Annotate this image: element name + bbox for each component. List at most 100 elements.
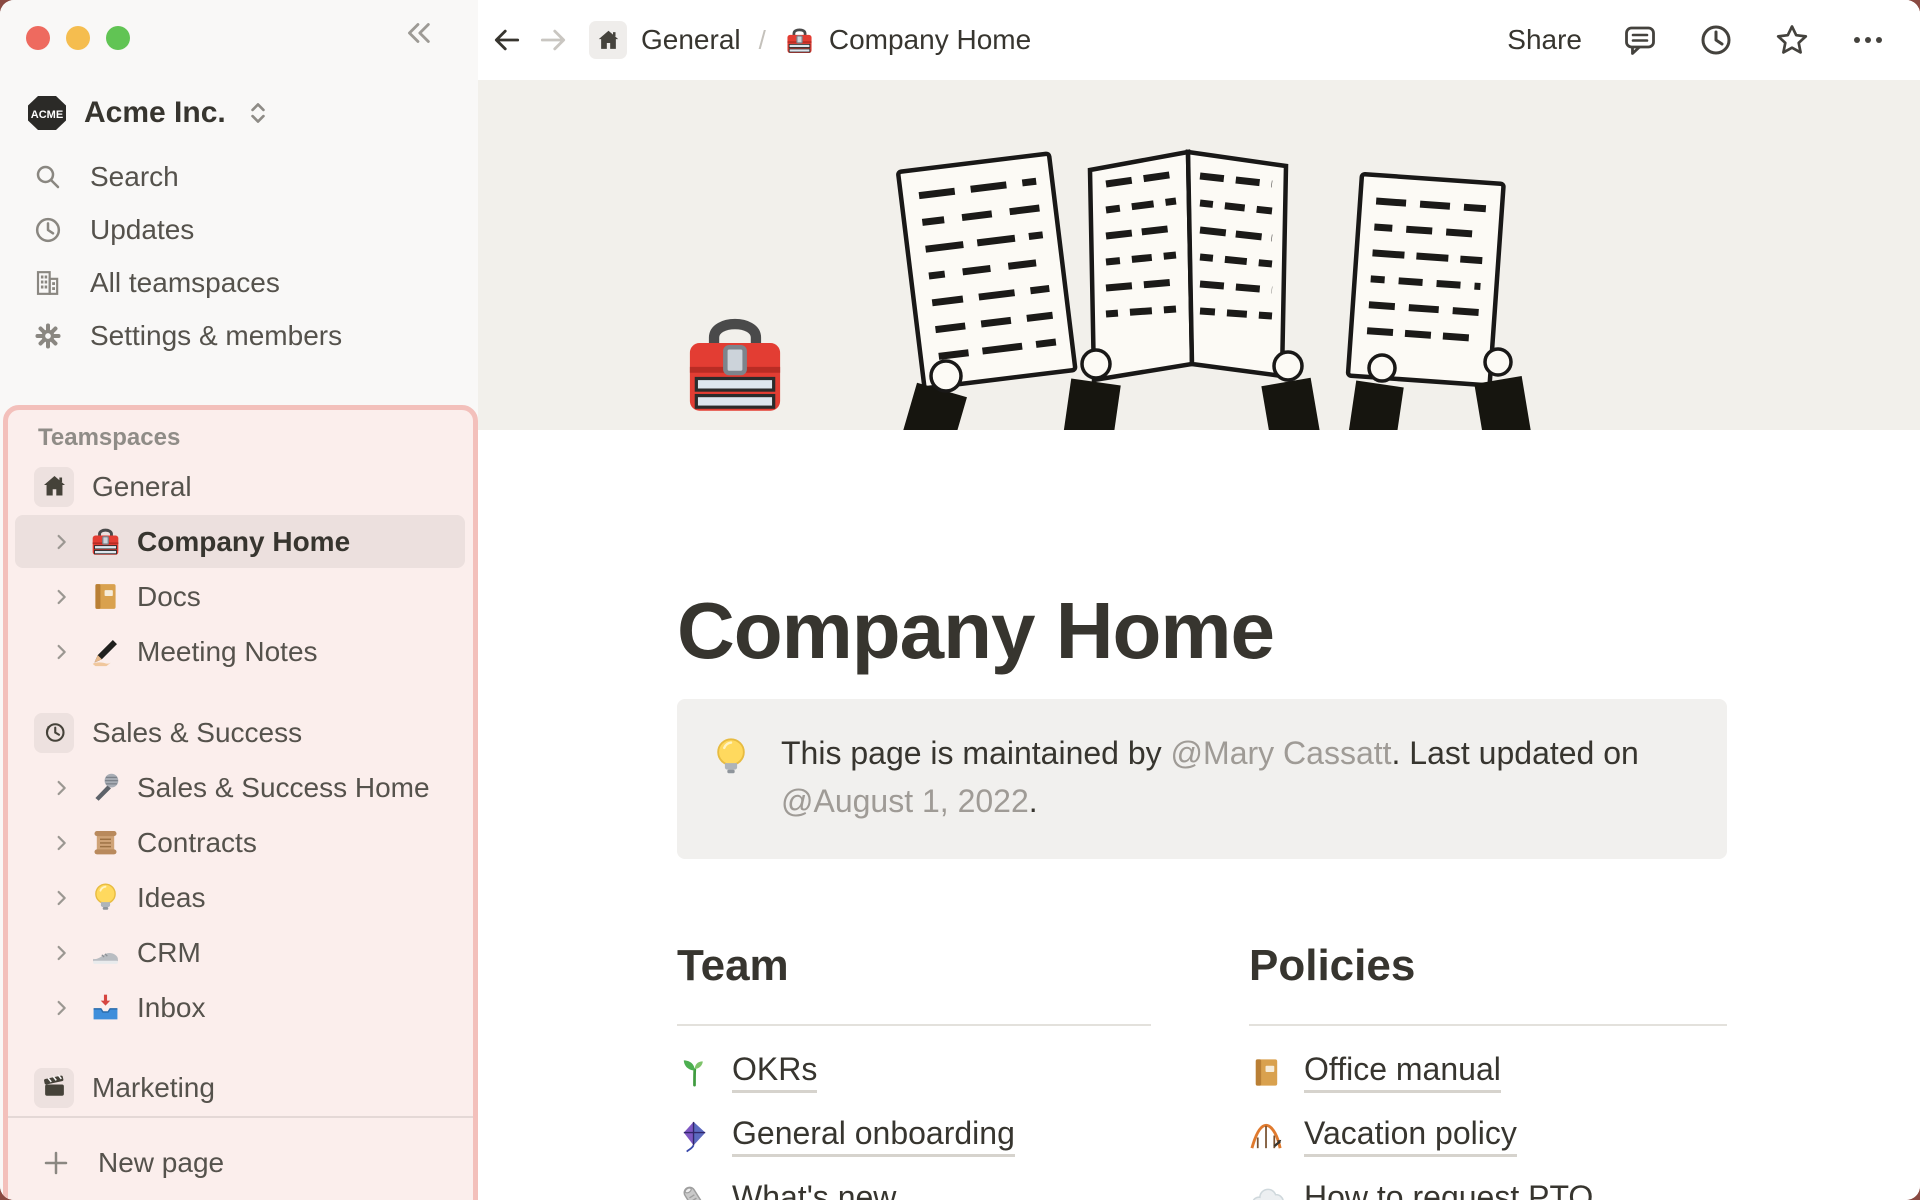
sidebar-page-label: CRM: [137, 936, 201, 968]
share-button[interactable]: Share: [1507, 24, 1582, 56]
sidebar-item-all-teamspaces[interactable]: All teamspaces: [0, 256, 478, 309]
sidebar-page-meeting-notes[interactable]: Meeting Notes: [8, 624, 473, 679]
sidebar-page-ideas[interactable]: Ideas: [8, 870, 473, 925]
page-link-label[interactable]: What's new: [732, 1179, 896, 1200]
page-link-label[interactable]: How to request PTO: [1304, 1179, 1593, 1200]
sidebar-page-inbox[interactable]: Inbox: [8, 980, 473, 1035]
teamspaces-section-label: Teamspaces: [38, 424, 181, 451]
page-link-label[interactable]: Vacation policy: [1304, 1115, 1517, 1157]
callout-segment: This page is maintained by: [781, 735, 1171, 771]
gear-icon: [33, 321, 63, 351]
sidebar-item-label: All teamspaces: [90, 266, 280, 298]
chevron-right-icon[interactable]: [50, 996, 74, 1020]
minimize-window-button[interactable]: [66, 26, 90, 50]
breadcrumb: General / Company Home: [491, 21, 1031, 59]
zoom-window-button[interactable]: [106, 26, 130, 50]
sidebar-page-label: Ideas: [137, 881, 206, 913]
callout-segment: .: [1028, 783, 1038, 819]
breadcrumb-page[interactable]: Company Home: [829, 24, 1031, 56]
sidebar-menu: Search Updates All teamspaces Settings &…: [0, 150, 478, 362]
link-office-manual[interactable]: Office manual: [1249, 1040, 1727, 1104]
back-arrow-icon[interactable]: [491, 24, 523, 56]
teamspace-label: Marketing: [92, 1071, 215, 1103]
building-icon: [33, 268, 63, 298]
collapse-sidebar-icon[interactable]: [400, 16, 434, 50]
favorite-star-icon[interactable]: [1774, 22, 1810, 58]
sidebar-page-label: Docs: [137, 580, 201, 612]
chevron-right-icon[interactable]: [50, 776, 74, 800]
page-title[interactable]: Company Home: [677, 585, 1275, 677]
team-links: OKRs General onboarding What's new: [677, 1040, 1151, 1200]
divider: [677, 1024, 1151, 1026]
chevron-right-icon[interactable]: [50, 640, 74, 664]
sidebar-item-label: Search: [90, 160, 179, 192]
sidebar-item-settings-members[interactable]: Settings & members: [0, 309, 478, 362]
sidebar-item-search[interactable]: Search: [0, 150, 478, 203]
team-heading[interactable]: Team: [677, 940, 1151, 992]
teamspace-icon-chip: [34, 466, 74, 507]
breadcrumb-separator: /: [758, 24, 766, 55]
callout-block[interactable]: This page is maintained by @Mary Cassatt…: [677, 699, 1727, 859]
workspace-switcher-icon: [244, 99, 272, 127]
sidebar-page-contracts[interactable]: Contracts: [8, 815, 473, 870]
toolbox-icon: [677, 306, 793, 422]
new-page-button[interactable]: New page: [8, 1116, 473, 1200]
sidebar-page-company-home[interactable]: Company Home: [8, 514, 473, 569]
link-whats-new[interactable]: What's new: [677, 1168, 1151, 1200]
rolled-newspaper-icon: [677, 1183, 712, 1200]
workspace-switcher[interactable]: ACME Acme Inc.: [26, 90, 466, 136]
chevron-right-icon[interactable]: [50, 585, 74, 609]
close-window-button[interactable]: [26, 26, 50, 50]
more-options-icon[interactable]: [1850, 22, 1886, 58]
sidebar-item-label: Updates: [90, 213, 195, 245]
sidebar: ACME Acme Inc. Search Updates All teamsp…: [0, 0, 478, 1200]
new-page-label: New page: [98, 1147, 225, 1178]
mention-date[interactable]: @August 1, 2022: [781, 783, 1029, 819]
plus-icon: [41, 1148, 71, 1178]
comments-icon[interactable]: [1622, 22, 1658, 58]
notebook-icon: [1249, 1055, 1284, 1090]
sidebar-page-label: Sales & Success Home: [137, 771, 430, 803]
mention-person[interactable]: @Mary Cassatt: [1171, 735, 1392, 771]
teamspace-sales-success[interactable]: Sales & Success: [8, 705, 473, 760]
kite-icon: [677, 1119, 712, 1154]
sidebar-item-updates[interactable]: Updates: [0, 203, 478, 256]
sidebar-page-docs[interactable]: Docs: [8, 569, 473, 624]
page-link-label[interactable]: Office manual: [1304, 1051, 1501, 1093]
breadcrumb-teamspace-chip[interactable]: [589, 21, 627, 59]
page-history-icon[interactable]: [1698, 22, 1734, 58]
chevron-right-icon[interactable]: [50, 941, 74, 965]
sidebar-page-sales-success-home[interactable]: Sales & Success Home: [8, 760, 473, 815]
chevron-right-icon[interactable]: [50, 530, 74, 554]
team-column: Team OKRs General onboarding What's new: [677, 940, 1151, 1200]
teamspace-label: General: [92, 470, 192, 502]
notebook-icon: [89, 580, 122, 613]
forward-arrow-icon[interactable]: [537, 24, 569, 56]
scroll-icon: [89, 826, 122, 859]
page-link-label[interactable]: General onboarding: [732, 1115, 1015, 1157]
sidebar-page-label: Company Home: [137, 525, 351, 557]
teamspace-general[interactable]: General: [8, 459, 473, 514]
link-how-to-request-pto[interactable]: How to request PTO: [1249, 1168, 1727, 1200]
sidebar-page-crm[interactable]: CRM: [8, 925, 473, 980]
topbar: General / Company Home Share: [478, 0, 1920, 80]
page-link-label[interactable]: OKRs: [732, 1051, 818, 1093]
teamspace-icon-chip: [34, 1067, 74, 1108]
chevron-right-icon[interactable]: [50, 831, 74, 855]
link-okrs[interactable]: OKRs: [677, 1040, 1151, 1104]
home-icon: [596, 28, 621, 53]
teamspace-icon-chip: [34, 712, 74, 753]
page-icon-toolbox[interactable]: [677, 306, 793, 422]
link-general-onboarding[interactable]: General onboarding: [677, 1104, 1151, 1168]
link-vacation-policy[interactable]: Vacation policy: [1249, 1104, 1727, 1168]
updates-clock-icon: [33, 215, 63, 245]
workspace-logo: ACME: [26, 94, 68, 132]
seedling-icon: [677, 1055, 712, 1090]
breadcrumb-teamspace[interactable]: General: [641, 24, 741, 56]
teamspace-marketing[interactable]: Marketing: [8, 1060, 473, 1115]
policies-heading[interactable]: Policies: [1249, 940, 1727, 992]
teamspaces-section-highlight: Teamspaces General Company Home Docs Mee…: [3, 405, 478, 1200]
chevron-right-icon[interactable]: [50, 886, 74, 910]
history-clock-icon: [41, 719, 68, 746]
callout-segment: . Last updated on: [1391, 735, 1639, 771]
